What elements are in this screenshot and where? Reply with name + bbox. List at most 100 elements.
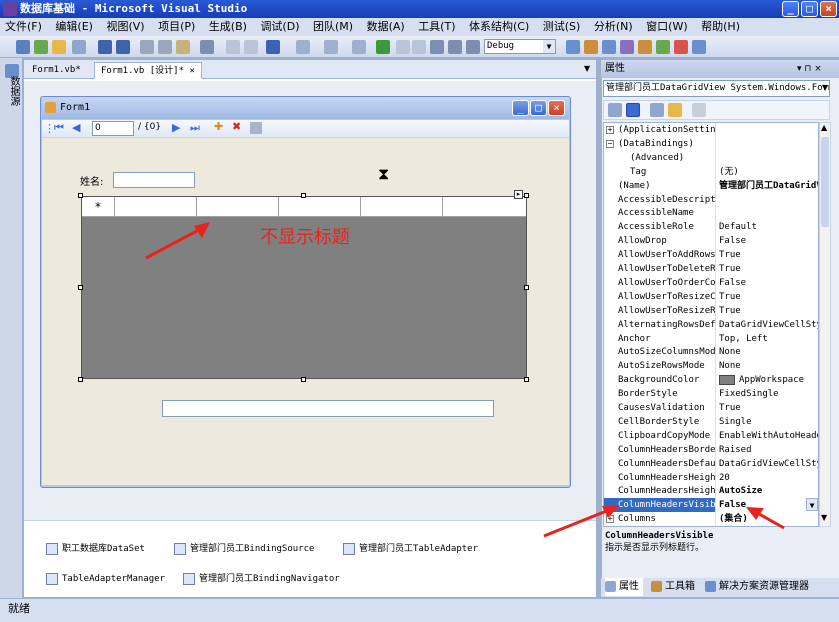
property-row[interactable]: CausesValidation True (604, 401, 818, 415)
property-value[interactable]: False (717, 234, 818, 248)
property-row[interactable]: AllowUserToAddRows True (604, 248, 818, 263)
minimize-button[interactable]: _ (782, 1, 799, 17)
bottom-textbox[interactable] (162, 400, 494, 417)
property-row[interactable]: ColumnHeadersDefaultCellStyleDataGridVie… (604, 456, 818, 471)
find-in-files-icon[interactable] (566, 40, 580, 54)
tray-item-bindingnavigator[interactable]: 管理部门员工BindingNavigator (183, 572, 340, 586)
tab-solution-explorer[interactable]: 解决方案资源管理器 (705, 578, 809, 596)
resize-handle[interactable] (524, 193, 529, 198)
property-value[interactable]: False (717, 276, 818, 290)
resize-handle[interactable] (78, 193, 83, 198)
menu-analyze[interactable]: 分析(N) (589, 18, 638, 36)
menu-edit[interactable]: 编辑(E) (50, 18, 98, 36)
tab-toolbox[interactable]: 工具箱 (651, 578, 695, 596)
property-row[interactable]: AccessibleName (604, 206, 818, 221)
property-value[interactable]: 20 (717, 471, 818, 485)
open-file-icon[interactable] (52, 40, 66, 54)
comment-icon[interactable] (226, 40, 240, 54)
property-row[interactable]: AlternatingRowsDefaultCellStyleDataGridV… (604, 317, 818, 332)
menu-team[interactable]: 团队(M) (308, 18, 358, 36)
property-value[interactable]: Raised (717, 443, 818, 457)
object-selector-dropdown[interactable]: 管理部门员工DataGridView System.Windows.Forms.… (603, 80, 830, 97)
property-value[interactable]: Default (717, 220, 818, 234)
menu-window[interactable]: 窗口(W) (641, 18, 692, 36)
delete-icon[interactable]: ✖ (232, 120, 241, 133)
form-maximize-button[interactable]: □ (530, 100, 547, 116)
resize-handle[interactable] (78, 285, 83, 290)
property-grid[interactable]: (ApplicationSettings)+(DataBindings)−(Ad… (603, 122, 819, 527)
property-row[interactable]: AllowUserToResizeRowsTrue (604, 303, 818, 318)
paste-icon[interactable] (176, 40, 190, 54)
move-first-icon[interactable]: ⏮ (54, 121, 64, 135)
resize-handle[interactable] (301, 193, 306, 198)
menu-debug[interactable]: 调试(D) (255, 18, 304, 36)
tab-form1-code[interactable]: Form1.vb* (26, 62, 87, 79)
grid-cell[interactable] (115, 197, 197, 217)
close-button[interactable]: × (820, 1, 837, 17)
resize-handle[interactable] (301, 377, 306, 382)
categorized-icon[interactable] (608, 103, 622, 117)
object-dropdown-chevron-icon[interactable]: ▼ (822, 83, 828, 92)
uncomment-icon[interactable] (244, 40, 258, 54)
panel-pin-close-icon[interactable]: ▾ ⊓ × (797, 60, 822, 78)
menu-project[interactable]: 项目(P) (153, 18, 200, 36)
property-row[interactable]: (ApplicationSettings)+ (604, 123, 818, 137)
property-value[interactable]: FixedSingle (717, 387, 818, 401)
save-all-icon[interactable] (116, 40, 130, 54)
property-value[interactable]: EnableWithAutoHeaderText (717, 429, 818, 443)
menu-file[interactable]: 文件(F) (0, 18, 47, 36)
menu-test[interactable]: 测试(S) (538, 18, 586, 36)
name-textbox[interactable] (113, 172, 195, 188)
menu-help[interactable]: 帮助(H) (696, 18, 745, 36)
step-over-icon[interactable] (448, 40, 462, 54)
property-row[interactable]: AutoSizeRowsMode None (604, 359, 818, 374)
property-row[interactable]: AccessibleDescription (604, 192, 818, 207)
property-row[interactable]: CellBorderStyle Single (604, 414, 818, 429)
property-row[interactable]: AllowDrop False (604, 234, 818, 249)
tray-item-tableadapter[interactable]: 管理部门员工TableAdapter (343, 542, 478, 556)
start-debug-icon[interactable] (376, 40, 390, 54)
menu-build[interactable]: 生成(B) (204, 18, 252, 36)
properties-window-icon[interactable] (602, 40, 616, 54)
property-value[interactable]: True (717, 304, 818, 318)
menu-architecture[interactable]: 体系结构(C) (464, 18, 534, 36)
move-next-icon[interactable]: ▶ (172, 121, 180, 134)
navigate-back-icon[interactable] (324, 40, 338, 54)
add-item-icon[interactable] (34, 40, 48, 54)
property-row[interactable]: ColumnHeadersHeight 20 (604, 470, 818, 485)
properties-view-icon[interactable] (650, 103, 664, 117)
undo-icon[interactable] (266, 40, 280, 54)
cut-icon[interactable] (140, 40, 154, 54)
tab-form1-design[interactable]: Form1.vb [设计]* ✕ (94, 62, 202, 79)
step-into-icon[interactable] (430, 40, 444, 54)
events-icon[interactable] (668, 103, 682, 117)
grid-cell[interactable] (279, 197, 361, 217)
position-input[interactable]: 0 (92, 121, 134, 136)
resize-handle[interactable] (78, 377, 83, 382)
move-previous-icon[interactable]: ◀ (72, 121, 80, 134)
expand-icon[interactable]: + (606, 126, 614, 134)
property-grid-scrollbar[interactable]: ▲ ▼ (819, 122, 831, 527)
scroll-up-icon[interactable]: ▲ (821, 123, 827, 132)
resize-handle[interactable] (524, 377, 529, 382)
grid-new-row[interactable]: * (82, 197, 526, 217)
grid-cell[interactable] (443, 197, 526, 217)
copy-icon[interactable] (158, 40, 172, 54)
redo-icon[interactable] (296, 40, 310, 54)
resize-handle[interactable] (524, 285, 529, 290)
menu-tools[interactable]: 工具(T) (413, 18, 460, 36)
object-browser-icon[interactable] (620, 40, 634, 54)
alphabetical-icon[interactable] (626, 103, 640, 117)
property-value[interactable]: True (717, 290, 818, 304)
tab-properties[interactable]: 属性 (605, 578, 643, 596)
property-value[interactable]: True (717, 401, 818, 415)
property-value[interactable]: DataGridViewCellStyle {} (717, 457, 818, 471)
property-row[interactable]: ClipboardCopyModeEnableWithAutoHeaderTex… (604, 428, 818, 443)
property-row[interactable]: AllowUserToDeleteRowsTrue (604, 262, 818, 276)
navigate-forward-icon[interactable] (352, 40, 366, 54)
tray-item-tableadaptermanager[interactable]: TableAdapterManager (46, 572, 165, 586)
step-out-icon[interactable] (466, 40, 480, 54)
form-minimize-button[interactable]: _ (512, 100, 529, 116)
move-last-icon[interactable]: ⏭ (190, 121, 200, 135)
stop-icon[interactable] (412, 40, 426, 54)
